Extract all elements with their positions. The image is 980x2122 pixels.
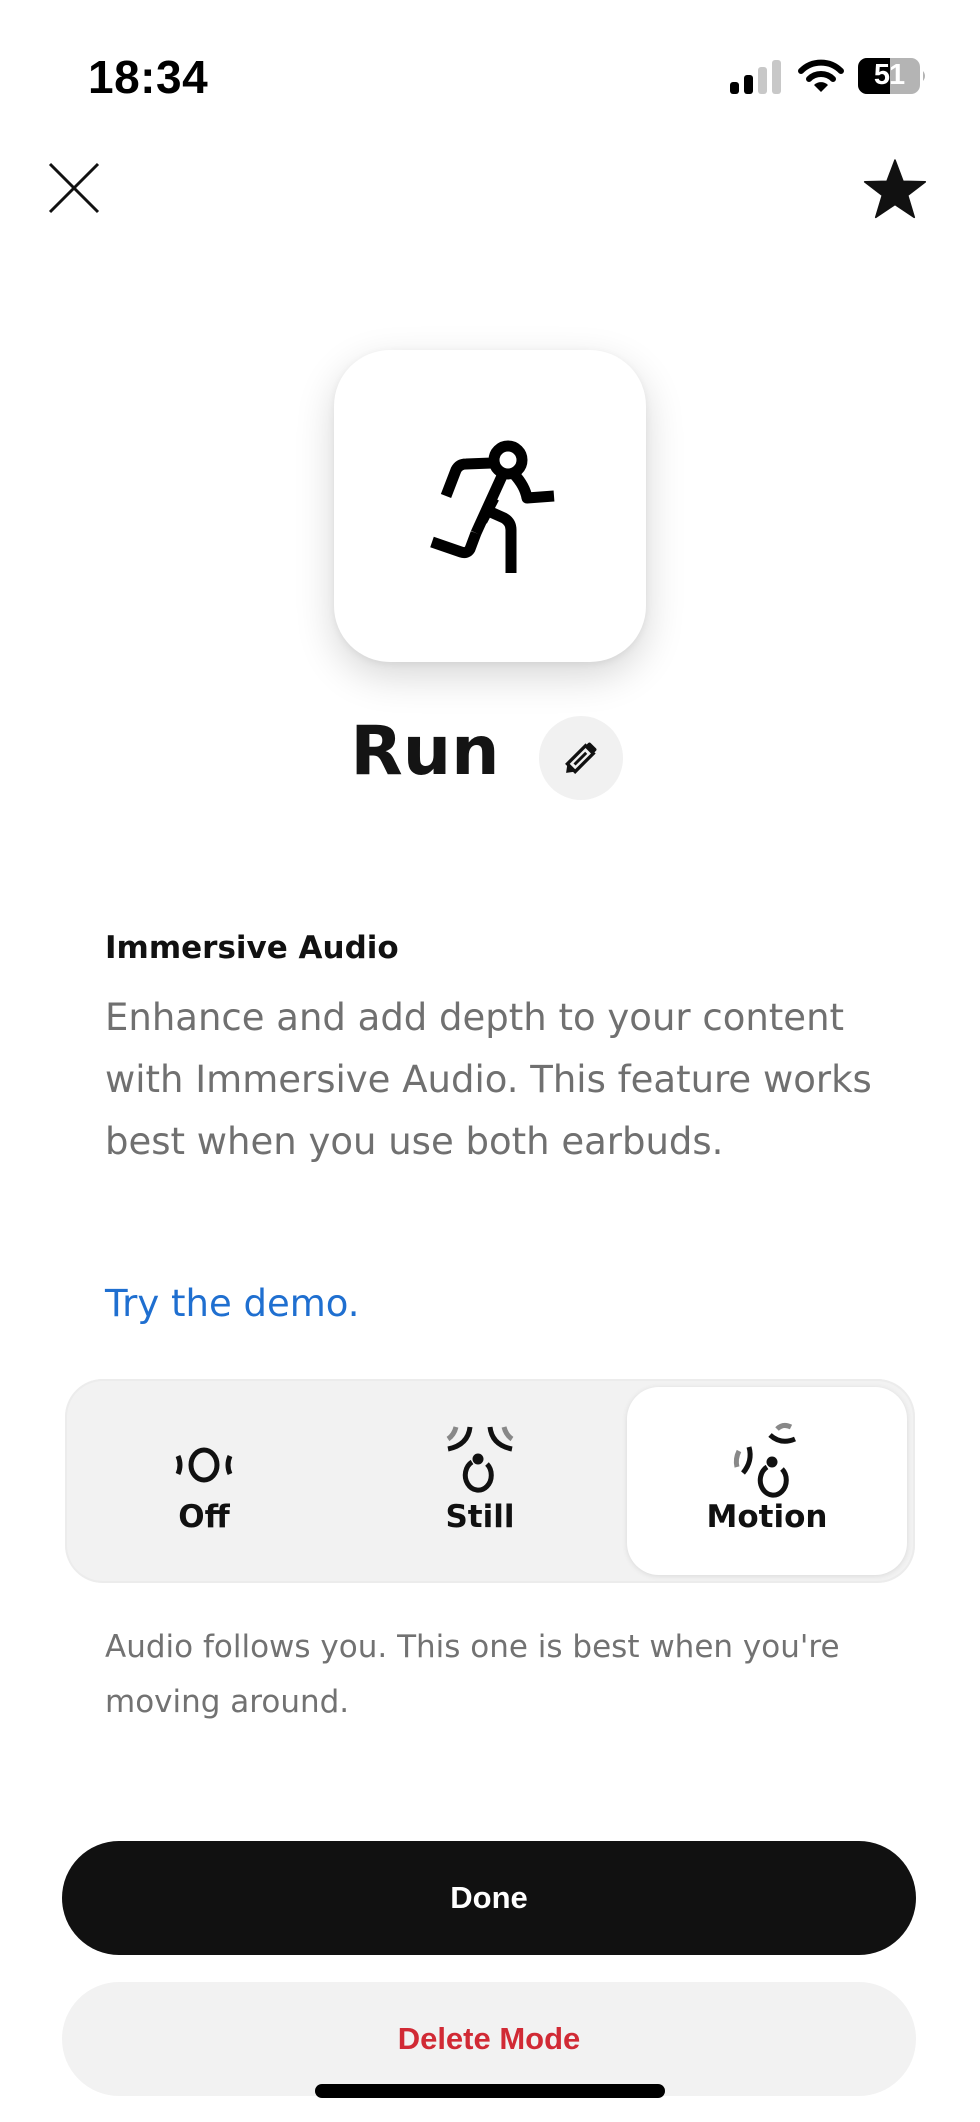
wifi-icon <box>798 59 844 92</box>
segment-label: Still <box>445 1499 515 1535</box>
section-title: Immersive Audio <box>105 930 399 966</box>
running-person-icon <box>430 440 555 573</box>
audio-still-icon <box>446 1426 514 1493</box>
home-indicator <box>315 2084 665 2098</box>
mode-title-text: Run <box>350 712 500 791</box>
done-button[interactable]: Done <box>62 1841 916 1955</box>
audio-off-icon <box>175 1447 233 1483</box>
favorite-button[interactable] <box>862 156 928 222</box>
mode-icon-card <box>334 350 646 662</box>
immersive-audio-mode-selector: Off Still Motion <box>65 1379 915 1583</box>
close-icon <box>48 162 100 214</box>
status-time: 18:34 <box>88 51 209 103</box>
try-demo-link[interactable]: Try the demo. <box>105 1282 360 1325</box>
segment-label: Motion <box>706 1499 828 1535</box>
battery-indicator: 51 <box>858 58 928 94</box>
edit-name-button[interactable] <box>539 716 623 800</box>
selected-mode-caption: Audio follows you. This one is best when… <box>105 1629 840 1720</box>
segment-motion-selected[interactable]: Motion <box>627 1387 907 1575</box>
star-icon <box>863 159 927 219</box>
battery-level: 51 <box>873 59 905 91</box>
mode-title: Run <box>0 712 980 791</box>
segment-off[interactable]: Off <box>65 1379 343 1583</box>
delete-mode-button[interactable]: Delete Mode <box>62 1982 916 2096</box>
section-description: Enhance and add depth to your content wi… <box>105 996 872 1163</box>
audio-motion-icon <box>733 1422 796 1498</box>
segment-label: Off <box>178 1499 230 1535</box>
close-button[interactable] <box>46 160 102 216</box>
pencil-icon <box>565 742 597 774</box>
segment-still[interactable]: Still <box>341 1379 619 1583</box>
signal-icon <box>730 60 781 94</box>
